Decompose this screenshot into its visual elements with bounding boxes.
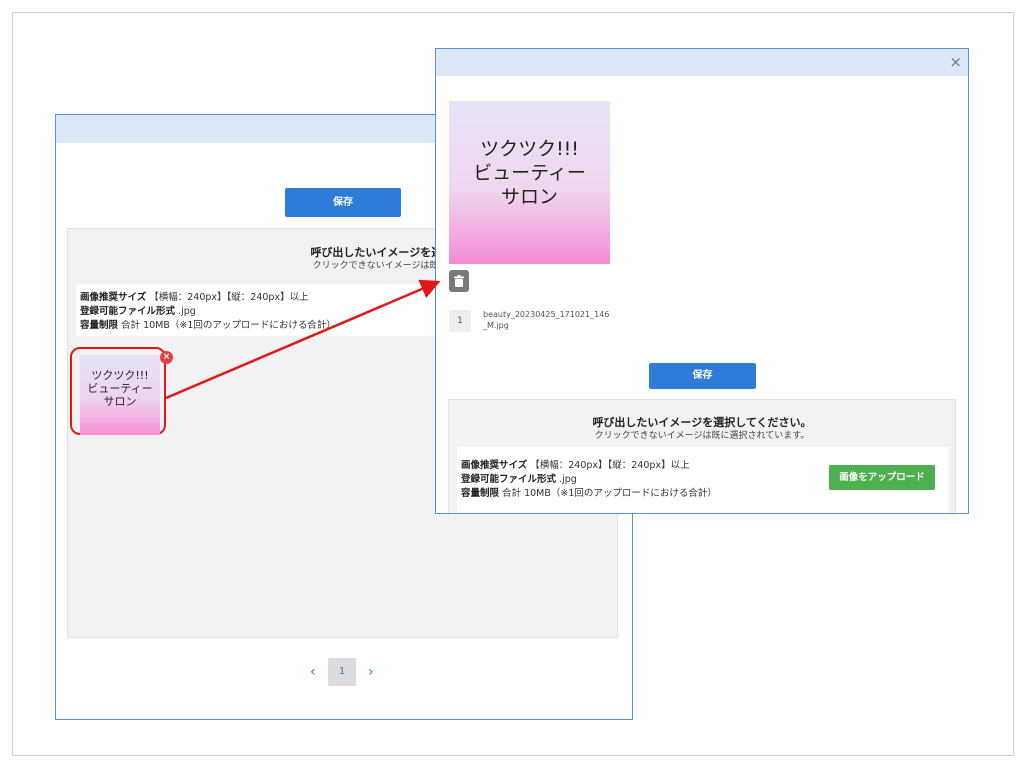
trash-icon [454, 275, 464, 287]
limit-info: 容量制限 合計 10MB（※1回のアップロードにおける合計） [80, 317, 336, 331]
delete-image-button[interactable] [449, 270, 469, 292]
next-page-icon[interactable]: › [368, 664, 374, 680]
limit-value: 合計 10MB（※1回のアップロードにおける合計） [121, 320, 336, 331]
size-label: 画像推奨サイズ [461, 460, 528, 471]
save-button[interactable]: 保存 [649, 363, 756, 389]
format-value: .jpg [559, 474, 577, 485]
size-info: 画像推奨サイズ 【横幅：240px】【縦：240px】以上 [80, 289, 309, 303]
format-info: 登録可能ファイル形式 .jpg [80, 303, 196, 317]
thumbnail-line-2: ビューティー [87, 382, 153, 395]
size-value: 【横幅：240px】【縦：240px】以上 [149, 292, 309, 303]
close-icon[interactable]: × [949, 53, 962, 71]
format-label: 登録可能ファイル形式 [80, 306, 176, 317]
image-thumbnail[interactable]: ツクツク!!! ビューティー サロン × [80, 351, 173, 435]
dialog-titlebar: × [436, 49, 968, 76]
preview-line-1: ツクツク!!! [480, 138, 579, 160]
image-select-dialog-front: × ツクツク!!! ビューティー サロン 1 beauty_20230425_1… [435, 48, 969, 514]
format-label: 登録可能ファイル形式 [461, 474, 557, 485]
pagination: ‹ 1 › [56, 658, 632, 688]
file-index: 1 [449, 310, 471, 332]
file-list-item: 1 beauty_20230425_171021_146_M.jpg [449, 306, 749, 336]
thumbnail-line-1: ツクツク!!! [91, 369, 149, 382]
save-button[interactable]: 保存 [285, 188, 401, 217]
upload-info-box: 画像推奨サイズ 【横幅：240px】【縦：240px】以上 登録可能ファイル形式… [457, 447, 949, 513]
page-current[interactable]: 1 [328, 658, 356, 686]
size-info: 画像推奨サイズ 【横幅：240px】【縦：240px】以上 [461, 457, 690, 471]
preview-line-2: ビューティー [473, 162, 586, 184]
limit-label: 容量制限 [461, 488, 500, 499]
preview-text: ツクツク!!! ビューティー サロン [449, 137, 610, 209]
selected-thumbnail-highlight: ツクツク!!! ビューティー サロン × [70, 347, 173, 435]
thumbnail-line-3: サロン [103, 395, 137, 408]
upload-image-button[interactable]: 画像をアップロード [829, 465, 935, 490]
preview-line-3: サロン [500, 186, 558, 208]
remove-thumbnail-icon[interactable]: × [160, 351, 173, 364]
thumbnail-text: ツクツク!!! ビューティー サロン [80, 369, 160, 408]
image-select-panel: 呼び出したいイメージを選択してください。 クリックできないイメージは既に選択され… [448, 399, 956, 513]
prev-page-icon[interactable]: ‹ [310, 664, 316, 680]
format-info: 登録可能ファイル形式 .jpg [461, 471, 577, 485]
limit-value: 合計 10MB（※1回のアップロードにおける合計） [502, 488, 717, 499]
panel-subtitle: クリックできないイメージは既に選択されています。 [594, 431, 810, 441]
limit-info: 容量制限 合計 10MB（※1回のアップロードにおける合計） [461, 485, 717, 499]
size-value: 【横幅：240px】【縦：240px】以上 [530, 460, 690, 471]
limit-label: 容量制限 [80, 320, 119, 331]
size-label: 画像推奨サイズ [80, 292, 147, 303]
selected-image-preview: ツクツク!!! ビューティー サロン [449, 101, 610, 264]
file-name: beauty_20230425_171021_146_M.jpg [483, 310, 610, 330]
format-value: .jpg [178, 306, 196, 317]
